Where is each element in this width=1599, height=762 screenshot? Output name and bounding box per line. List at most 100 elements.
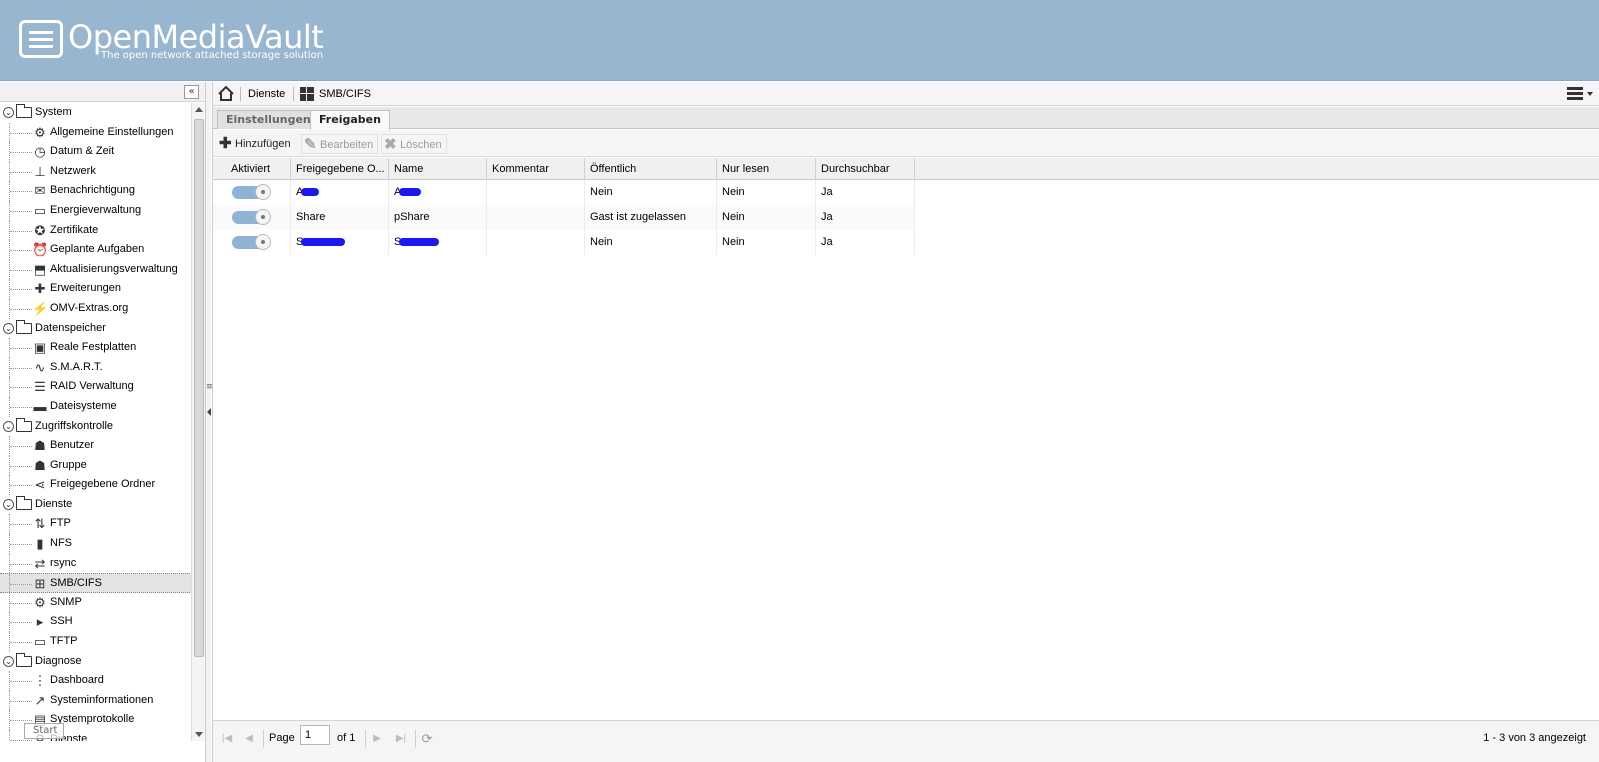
sidebar-item-raid-verwaltung[interactable]: ☰ RAID Verwaltung: [0, 377, 192, 397]
column-header-freigegebene-ordner[interactable]: Freigegebene O...: [291, 158, 389, 180]
collapse-sidebar-button[interactable]: «: [184, 85, 199, 99]
sidebar-item-smb-cifs[interactable]: ⊞ SMB/CIFS: [0, 573, 192, 593]
enabled-toggle[interactable]: [232, 184, 271, 200]
main-panel: Dienste SMB/CIFS Einstellungen Freigaben…: [212, 82, 1599, 762]
sidebar-item-allgemeine-einstellungen[interactable]: ⚙ Allgemeine Einstellungen: [0, 122, 192, 143]
sidebar-item-tftp[interactable]: ▭ TFTP: [0, 632, 192, 652]
collapse-expander-icon[interactable]: ⌄: [3, 498, 14, 510]
tree-group-datenspeicher[interactable]: ⌄ Datenspeicher: [0, 319, 192, 339]
folder-open-icon: [16, 417, 32, 432]
scroll-up-icon[interactable]: [195, 107, 203, 112]
sidebar-item-snmp[interactable]: ⚙ SNMP: [0, 592, 192, 613]
sidebar-item-datum-zeit[interactable]: ◷ Datum & Zeit: [0, 142, 192, 162]
column-header-nur-lesen[interactable]: Nur lesen: [717, 158, 816, 180]
sidebar-item-nfs[interactable]: ▮ NFS: [0, 534, 192, 554]
page-number-input[interactable]: [300, 725, 330, 745]
start-button[interactable]: Start: [24, 723, 64, 739]
delete-button[interactable]: ✖ Löschen: [381, 134, 447, 154]
tree-group-diagnose[interactable]: ⌄ Diagnose: [0, 652, 192, 672]
sidebar-item-energieverwaltung[interactable]: ▭ Energieverwaltung: [0, 200, 192, 221]
sidebar-item-benutzer[interactable]: ☗ Benutzer: [0, 436, 192, 456]
tab-freigaben[interactable]: Freigaben: [310, 110, 390, 130]
edit-button-label: Bearbeiten: [320, 139, 374, 151]
breadcrumb-item-smb-cifs[interactable]: SMB/CIFS: [319, 88, 371, 100]
comment-cell: [487, 205, 585, 230]
breadcrumb-separator: [240, 87, 241, 101]
pager-separator: [365, 730, 366, 748]
tab-einstellungen[interactable]: Einstellungen: [217, 110, 320, 129]
tree-group-zugriffskontrolle[interactable]: ⌄ Zugriffskontrolle: [0, 417, 192, 437]
next-page-icon[interactable]: ▶: [369, 731, 385, 747]
add-button[interactable]: ✚ Hinzufügen: [217, 134, 291, 154]
home-icon[interactable]: [217, 85, 235, 102]
collapse-expander-icon[interactable]: ⌄: [3, 655, 14, 667]
sidebar-item-erweiterungen[interactable]: ✚ Erweiterungen: [0, 279, 192, 299]
sidebar-item-s-m-a-r-t[interactable]: ∿ S.M.A.R.T.: [0, 357, 192, 378]
sidebar-item-benachrichtigung[interactable]: ✉ Benachrichtigung: [0, 181, 192, 201]
splitter-collapse-icon[interactable]: [207, 408, 211, 416]
refresh-icon[interactable]: ⟳: [419, 731, 435, 747]
tree-group-dienste[interactable]: ⌄ Dienste: [0, 495, 192, 515]
column-header-durchsuchbar[interactable]: Durchsuchbar: [816, 158, 915, 180]
logo-icon: [19, 20, 63, 58]
panel-splitter[interactable]: ≡: [205, 82, 214, 762]
disk-icon: ▣: [33, 340, 47, 356]
pager-status: 1 - 3 von 3 angezeigt: [1483, 732, 1586, 744]
column-header-name[interactable]: Name: [389, 158, 487, 180]
collapse-expander-icon[interactable]: ⌄: [3, 107, 14, 118]
enabled-toggle[interactable]: [232, 209, 271, 225]
chart-line-icon: ↗: [34, 692, 46, 708]
sidebar-item-freigegebene-ordner[interactable]: ⋖ Freigegebene Ordner: [0, 475, 192, 495]
browseable-cell: Ja: [816, 180, 915, 205]
snmp-icon: ⚙: [34, 594, 46, 610]
column-header-aktiviert[interactable]: Aktiviert: [213, 158, 291, 180]
first-page-icon[interactable]: |◀: [219, 731, 235, 747]
table-row[interactable]: Share pShare Gast ist zugelassen Nein Ja: [213, 205, 915, 230]
comment-cell: [487, 180, 585, 205]
sidebar-item-omv-extras-org[interactable]: ⚡ OMV-Extras.org: [0, 298, 192, 319]
sidebar-scrollbar[interactable]: [191, 103, 205, 741]
previous-page-icon[interactable]: ◀: [241, 731, 257, 747]
sidebar-item-systeminformationen[interactable]: ↗ Systeminformationen: [0, 690, 192, 711]
sidebar-item-rsync[interactable]: ⇄ rsync: [0, 553, 192, 574]
readonly-cell: Nein: [717, 180, 816, 205]
hamburger-menu-icon[interactable]: [1566, 85, 1584, 102]
sidebar-item-geplante-aufgaben[interactable]: ⏰ Geplante Aufgaben: [0, 240, 192, 260]
sidebar-item-label: Benutzer: [50, 439, 95, 452]
sidebar-header: «: [0, 82, 207, 102]
edit-button[interactable]: ✎ Bearbeiten: [301, 134, 379, 154]
column-header-oeffentlich[interactable]: Öffentlich: [585, 158, 717, 180]
close-icon: ✖: [384, 136, 397, 153]
chevron-down-icon[interactable]: [1587, 92, 1593, 96]
collapse-expander-icon[interactable]: ⌄: [3, 322, 14, 334]
sidebar-item-ftp[interactable]: ⇅ FTP: [0, 514, 192, 535]
sidebar-item-label: SMB/CIFS: [50, 577, 102, 590]
collapse-expander-icon[interactable]: ⌄: [3, 420, 14, 432]
ftp-icon: ⇅: [34, 516, 46, 532]
sidebar-item-gruppe[interactable]: ☗ Gruppe: [0, 455, 192, 476]
certificate-icon: ✪: [34, 222, 46, 238]
sidebar-item-ssh[interactable]: ▸ SSH: [0, 612, 192, 633]
sidebar-item-label: Dateisysteme: [50, 399, 117, 412]
breadcrumb-item-dienste[interactable]: Dienste: [248, 88, 285, 100]
tree-group-system[interactable]: ⌄ System: [0, 103, 192, 123]
sidebar-item-reale-festplatten[interactable]: ▣ Reale Festplatten: [0, 338, 192, 358]
column-header-kommentar[interactable]: Kommentar: [487, 158, 585, 180]
table-row[interactable]: S S Nein Nein Ja: [213, 230, 915, 255]
enabled-toggle[interactable]: [232, 234, 271, 250]
sidebar-item-label: Allgemeine Einstellungen: [50, 125, 174, 138]
table-row[interactable]: A A Nein Nein Ja: [213, 180, 915, 205]
sidebar-item-label: Aktualisierungsverwaltung: [50, 262, 178, 275]
tab-bar: Einstellungen Freigaben: [213, 107, 1599, 130]
scrollbar-thumb[interactable]: [194, 119, 204, 657]
sidebar-item-zertifikate[interactable]: ✪ Zertifikate: [0, 220, 192, 241]
sidebar-item-label: NFS: [50, 537, 72, 550]
last-page-icon[interactable]: ▶|: [393, 731, 409, 747]
enabled-cell: [213, 230, 291, 255]
sidebar-item-aktualisierungsverwaltung[interactable]: ⬒ Aktualisierungsverwaltung: [0, 259, 192, 280]
sidebar-item-dashboard[interactable]: ⋮ Dashboard: [0, 671, 192, 691]
sidebar-item-dateisysteme[interactable]: ▬ Dateisysteme: [0, 396, 192, 417]
scroll-down-icon[interactable]: [195, 732, 203, 737]
heartbeat-icon: ∿: [34, 359, 46, 375]
sidebar-item-netzwerk[interactable]: ⊥ Netzwerk: [0, 161, 192, 182]
